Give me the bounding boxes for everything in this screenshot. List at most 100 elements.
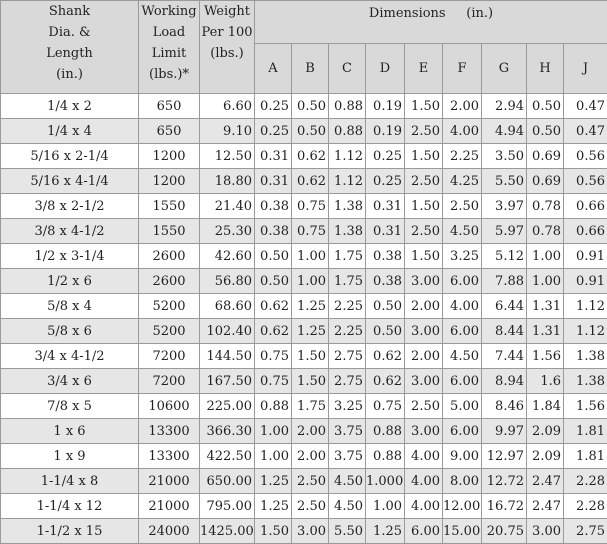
dim-d-cell: 1.000 — [366, 469, 405, 494]
dim-c-cell: 1.38 — [329, 219, 366, 244]
dim-header-h: H — [527, 44, 564, 94]
dim-f-cell: 6.00 — [443, 319, 482, 344]
shank-size-cell: 1 x 9 — [1, 444, 139, 469]
dim-g-cell: 5.12 — [482, 244, 527, 269]
dim-j-cell: 0.66 — [564, 194, 607, 219]
dim-a-cell: 0.62 — [255, 319, 292, 344]
dim-c-cell: 3.75 — [329, 444, 366, 469]
dim-g-cell: 8.94 — [482, 369, 527, 394]
dim-d-cell: 0.88 — [366, 444, 405, 469]
shank-size-cell: 5/16 x 4-1/4 — [1, 169, 139, 194]
dim-b-cell: 0.75 — [292, 219, 329, 244]
weight-header: Weight Per 100 (lbs.) — [200, 1, 255, 94]
dim-g-cell: 2.94 — [482, 94, 527, 119]
dim-a-cell: 0.50 — [255, 269, 292, 294]
dim-a-cell: 0.75 — [255, 369, 292, 394]
dim-d-cell: 0.31 — [366, 219, 405, 244]
wll-cell: 1550 — [139, 194, 200, 219]
dim-a-cell: 0.38 — [255, 219, 292, 244]
weight-cell: 167.50 — [200, 369, 255, 394]
weight-header-line: (lbs.) — [200, 43, 254, 64]
dim-c-cell: 1.12 — [329, 169, 366, 194]
dim-f-cell: 3.25 — [443, 244, 482, 269]
dim-j-cell: 0.56 — [564, 144, 607, 169]
dim-c-cell: 1.38 — [329, 194, 366, 219]
dim-b-cell: 0.62 — [292, 169, 329, 194]
shank-size-cell: 3/8 x 4-1/2 — [1, 219, 139, 244]
dim-d-cell: 0.50 — [366, 294, 405, 319]
dim-c-cell: 2.25 — [329, 294, 366, 319]
weight-cell: 422.50 — [200, 444, 255, 469]
dim-b-cell: 2.00 — [292, 444, 329, 469]
table-body: 1/4 x 26506.600.250.500.880.191.502.002.… — [1, 94, 607, 544]
dim-j-cell: 1.12 — [564, 319, 607, 344]
weight-cell: 650.00 — [200, 469, 255, 494]
dim-g-cell: 5.50 — [482, 169, 527, 194]
dim-header-j: J — [564, 44, 607, 94]
table-row: 1-1/2 x 15240001425.001.503.005.501.256.… — [1, 519, 607, 544]
dim-j-cell: 2.75 — [564, 519, 607, 544]
dim-d-cell: 0.38 — [366, 244, 405, 269]
shank-size-cell: 1/4 x 2 — [1, 94, 139, 119]
shank-size-cell: 1/2 x 6 — [1, 269, 139, 294]
wll-cell: 21000 — [139, 469, 200, 494]
dim-g-cell: 3.97 — [482, 194, 527, 219]
dim-e-cell: 6.00 — [405, 519, 443, 544]
dim-f-cell: 6.00 — [443, 419, 482, 444]
dim-g-cell: 8.44 — [482, 319, 527, 344]
wll-header-line: Working — [139, 1, 199, 22]
dim-f-cell: 4.50 — [443, 219, 482, 244]
shank-header: Shank Dia. & Length (in.) — [1, 1, 139, 94]
table-row: 1/2 x 6260056.800.501.001.750.383.006.00… — [1, 269, 607, 294]
table-row: 3/4 x 67200167.500.751.502.750.623.006.0… — [1, 369, 607, 394]
wll-cell: 7200 — [139, 344, 200, 369]
dim-c-cell: 2.75 — [329, 344, 366, 369]
dim-a-cell: 0.25 — [255, 119, 292, 144]
dim-header-d: D — [366, 44, 405, 94]
table-row: 5/8 x 4520068.600.621.252.250.502.004.00… — [1, 294, 607, 319]
dim-h-cell: 1.31 — [527, 319, 564, 344]
dim-h-cell: 1.00 — [527, 244, 564, 269]
dim-e-cell: 2.50 — [405, 394, 443, 419]
dim-d-cell: 1.00 — [366, 494, 405, 519]
dim-b-cell: 1.25 — [292, 294, 329, 319]
dim-e-cell: 2.00 — [405, 344, 443, 369]
dim-a-cell: 0.88 — [255, 394, 292, 419]
dim-c-cell: 4.50 — [329, 469, 366, 494]
dim-c-cell: 3.25 — [329, 394, 366, 419]
dimensions-header: Dimensions (in.) — [255, 1, 607, 44]
dim-d-cell: 0.19 — [366, 119, 405, 144]
dim-j-cell: 0.56 — [564, 169, 607, 194]
table-row: 3/8 x 4-1/2155025.300.380.751.380.312.50… — [1, 219, 607, 244]
dim-f-cell: 2.50 — [443, 194, 482, 219]
dim-f-cell: 6.00 — [443, 269, 482, 294]
table-row: 1/2 x 3-1/4260042.600.501.001.750.381.50… — [1, 244, 607, 269]
dim-a-cell: 0.62 — [255, 294, 292, 319]
dim-a-cell: 1.00 — [255, 444, 292, 469]
dim-f-cell: 6.00 — [443, 369, 482, 394]
dim-g-cell: 5.97 — [482, 219, 527, 244]
weight-cell: 18.80 — [200, 169, 255, 194]
dim-f-cell: 9.00 — [443, 444, 482, 469]
dim-a-cell: 1.00 — [255, 419, 292, 444]
dim-j-cell: 1.38 — [564, 344, 607, 369]
dim-f-cell: 4.00 — [443, 294, 482, 319]
shank-size-cell: 1-1/4 x 8 — [1, 469, 139, 494]
shank-size-cell: 5/8 x 4 — [1, 294, 139, 319]
table-row: 7/8 x 510600225.000.881.753.250.752.505.… — [1, 394, 607, 419]
dim-h-cell: 2.09 — [527, 419, 564, 444]
dim-h-cell: 0.78 — [527, 194, 564, 219]
wll-cell: 24000 — [139, 519, 200, 544]
dim-g-cell: 4.94 — [482, 119, 527, 144]
shank-size-cell: 7/8 x 5 — [1, 394, 139, 419]
table-row: 1 x 913300422.501.002.003.750.884.009.00… — [1, 444, 607, 469]
table-row: 1/4 x 46509.100.250.500.880.192.504.004.… — [1, 119, 607, 144]
dim-d-cell: 0.62 — [366, 369, 405, 394]
wll-cell: 1550 — [139, 219, 200, 244]
dim-h-cell: 1.56 — [527, 344, 564, 369]
dim-h-cell: 2.47 — [527, 469, 564, 494]
dim-f-cell: 5.00 — [443, 394, 482, 419]
dim-g-cell: 7.44 — [482, 344, 527, 369]
table-header: Shank Dia. & Length (in.) Working Load L… — [1, 1, 607, 94]
wll-cell: 650 — [139, 94, 200, 119]
